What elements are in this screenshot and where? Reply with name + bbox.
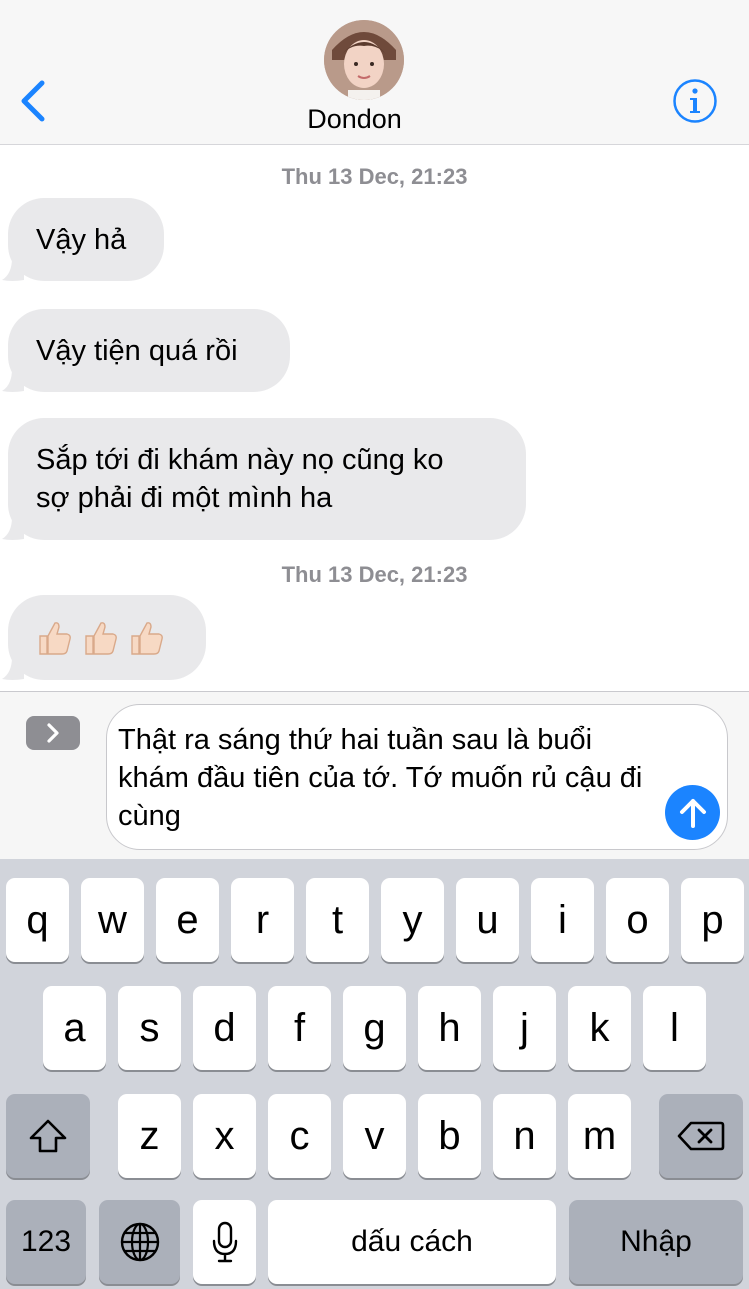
message-composer: Thật ra sáng thứ hai tuần sau là buổi kh…	[0, 691, 749, 859]
chevron-right-icon	[47, 723, 59, 743]
key-k[interactable]: k	[568, 986, 631, 1070]
message-timestamp: Thu 13 Dec, 21:23	[281, 562, 468, 587]
bubble-tail	[2, 657, 24, 680]
key-x[interactable]: x	[193, 1094, 256, 1178]
thumbs-up-icon	[85, 621, 117, 655]
globe-key[interactable]	[99, 1200, 180, 1284]
bubble-tail	[2, 517, 24, 540]
contact-avatar[interactable]	[324, 20, 404, 100]
microphone-icon	[212, 1221, 237, 1263]
draft-line: cùng	[118, 800, 181, 832]
shift-icon	[29, 1119, 67, 1153]
thumbs-up-icon	[39, 621, 71, 655]
delete-key[interactable]	[659, 1094, 743, 1178]
info-icon	[673, 79, 717, 123]
key-l[interactable]: l	[643, 986, 706, 1070]
received-message-bubble[interactable]: Sắp tới đi khám này nọ cũng ko sợ phải đ…	[2, 418, 526, 540]
message-timestamp: Thu 13 Dec, 21:23	[281, 164, 468, 189]
key-t[interactable]: t	[306, 878, 369, 962]
message-text: Vậy tiện quá rồi	[36, 334, 238, 367]
received-message-bubble[interactable]: Vậy tiện quá rồi	[2, 309, 290, 392]
key-g[interactable]: g	[343, 986, 406, 1070]
received-message-bubble[interactable]: Vậy hả	[2, 198, 164, 281]
conversation-header: Dondon	[0, 0, 749, 145]
message-thread[interactable]: Thu 13 Dec, 21:23 Vậy hả Vậy tiện quá rồ…	[0, 146, 749, 691]
apps-expand-button[interactable]	[26, 716, 80, 750]
keyboard: q w e r t y u i o p a s d f g h j k l z …	[0, 859, 749, 1289]
key-y[interactable]: y	[381, 878, 444, 962]
send-button[interactable]	[665, 785, 720, 840]
return-key[interactable]: Nhập	[569, 1200, 743, 1284]
key-a[interactable]: a	[43, 986, 106, 1070]
arrow-up-icon	[679, 798, 706, 828]
space-key[interactable]: dấu cách	[268, 1200, 556, 1284]
key-f[interactable]: f	[268, 986, 331, 1070]
draft-line: khám đầu tiên của tớ. Tớ muốn rủ cậu đi	[118, 762, 643, 794]
info-button[interactable]	[672, 78, 718, 124]
key-u[interactable]: u	[456, 878, 519, 962]
contact-name[interactable]: Dondon	[0, 104, 709, 135]
message-input[interactable]: Thật ra sáng thứ hai tuần sau là buổi kh…	[106, 704, 728, 850]
key-c[interactable]: c	[268, 1094, 331, 1178]
key-s[interactable]: s	[118, 986, 181, 1070]
key-z[interactable]: z	[118, 1094, 181, 1178]
bubble-tail	[2, 258, 24, 281]
message-line: sợ phải đi một mình ha	[36, 482, 333, 514]
key-v[interactable]: v	[343, 1094, 406, 1178]
key-h[interactable]: h	[418, 986, 481, 1070]
message-draft-text[interactable]: Thật ra sáng thứ hai tuần sau là buổi kh…	[118, 721, 678, 835]
backspace-icon	[677, 1121, 725, 1151]
message-text: Sắp tới đi khám này nọ cũng ko sợ phải đ…	[36, 441, 444, 517]
key-j[interactable]: j	[493, 986, 556, 1070]
key-o[interactable]: o	[606, 878, 669, 962]
avatar-photo	[324, 20, 404, 100]
key-b[interactable]: b	[418, 1094, 481, 1178]
thumbs-up-icon	[131, 621, 163, 655]
received-emoji-bubble[interactable]	[2, 595, 206, 680]
key-p[interactable]: p	[681, 878, 744, 962]
shift-key[interactable]	[6, 1094, 90, 1178]
message-text: Vậy hả	[36, 223, 127, 256]
numbers-key[interactable]: 123	[6, 1200, 86, 1284]
key-r[interactable]: r	[231, 878, 294, 962]
key-d[interactable]: d	[193, 986, 256, 1070]
key-e[interactable]: e	[156, 878, 219, 962]
key-n[interactable]: n	[493, 1094, 556, 1178]
key-q[interactable]: q	[6, 878, 69, 962]
bubble-tail	[2, 369, 24, 392]
key-i[interactable]: i	[531, 878, 594, 962]
globe-icon	[120, 1222, 159, 1262]
key-w[interactable]: w	[81, 878, 144, 962]
key-m[interactable]: m	[568, 1094, 631, 1178]
dictation-key[interactable]	[193, 1200, 256, 1284]
draft-line: Thật ra sáng thứ hai tuần sau là buổi	[118, 724, 593, 756]
message-line: Sắp tới đi khám này nọ cũng ko	[36, 444, 444, 476]
